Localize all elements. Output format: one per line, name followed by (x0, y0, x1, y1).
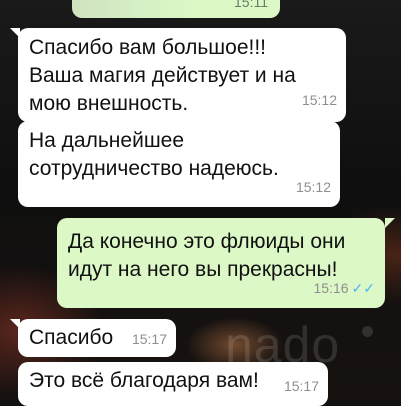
bubble-tail (10, 319, 20, 329)
message-time-row: 15:16 ✓✓ (313, 274, 375, 302)
message-bubble-incoming[interactable]: Это всё благодаря вам! 15:17 (18, 362, 328, 406)
message-text: На дальнейшее сотрудничество надеюсь. (29, 129, 279, 180)
message-bubble-outgoing[interactable]: 15:11 (72, 0, 280, 18)
message-time: 15:17 (283, 378, 319, 394)
message-time: 15:11 (234, 0, 268, 10)
message-time: 15:16 (313, 280, 349, 296)
message-bubble-incoming[interactable]: На дальнейшее сотрудничество надеюсь. 15… (18, 121, 340, 207)
message-bubble-incoming[interactable]: Спасибо 15:17 (18, 319, 176, 357)
message-time: 15:12 (295, 179, 331, 195)
message-time: 15:17 (131, 331, 167, 347)
message-text: Спасибо вам большое!!! Ваша магия действ… (29, 36, 296, 115)
bubble-tail (385, 218, 395, 228)
double-check-icon: ✓✓ (351, 280, 375, 296)
message-bubble-incoming[interactable]: Спасибо вам большое!!! Ваша магия действ… (18, 28, 346, 122)
bubble-tail (10, 28, 20, 38)
message-time: 15:12 (301, 92, 337, 108)
message-bubble-outgoing[interactable]: Да конечно это флюиды они идут на него в… (57, 218, 385, 308)
watermark-dot (362, 326, 373, 337)
message-text: Это всё благодаря вам! (29, 369, 259, 392)
